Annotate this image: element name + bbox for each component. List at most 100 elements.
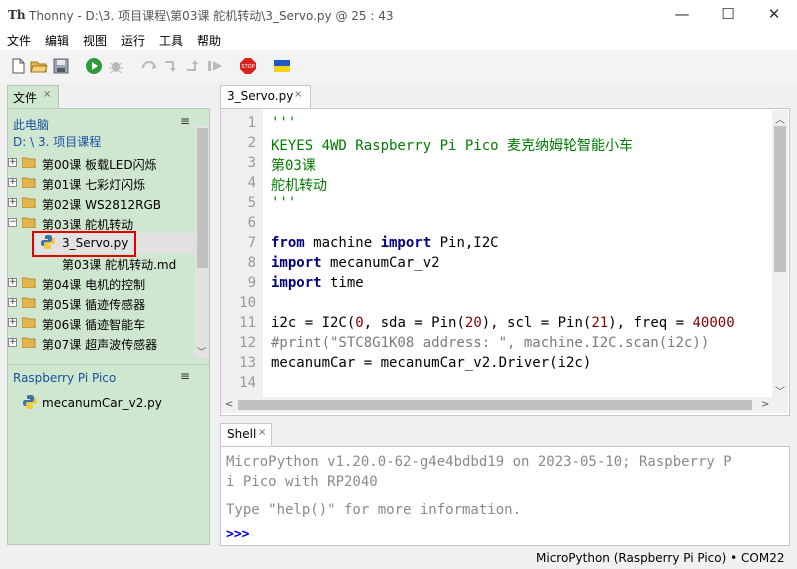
expand-icon[interactable]: + <box>8 298 17 307</box>
run-icon[interactable] <box>85 57 103 75</box>
location-computer-link[interactable]: 此电脑 <box>13 116 49 133</box>
files-tab-label: 文件 <box>13 91 38 105</box>
code-line-13: mecanumCar = mecanumCar_v2.Driver(i2c) <box>271 355 592 371</box>
tree-folder-lesson-02[interactable]: + 第02课 WS2812RGB <box>8 193 196 213</box>
number: 21 <box>591 315 609 331</box>
line-number: 8 <box>247 255 256 271</box>
number: 20 <box>464 315 482 331</box>
code-text: time <box>321 275 364 291</box>
number: 0 <box>355 315 364 331</box>
step-over-icon[interactable] <box>140 57 158 75</box>
tree-folder-lesson-07[interactable]: + 第07课 超声波传感器 <box>8 333 196 353</box>
menu-file[interactable]: 文件 <box>7 32 31 49</box>
code-line-3: 第03课 <box>271 158 316 174</box>
chevron-right-icon[interactable]: > <box>761 399 769 410</box>
editor-horizontal-scrollbar-thumb[interactable] <box>238 400 752 410</box>
python-file-icon <box>23 395 37 409</box>
files-scrollbar-thumb[interactable] <box>197 128 208 268</box>
code-line-8: import mecanumCar_v2 <box>271 255 440 271</box>
chevron-down-icon[interactable]: ﹀ <box>197 345 206 358</box>
code-line-4: 舵机转动 <box>271 178 327 194</box>
tree-item-label: 第04课 电机的控制 <box>42 278 146 292</box>
highlight-annotation-box <box>32 231 136 257</box>
expand-icon[interactable]: + <box>8 158 17 167</box>
keyword: import <box>271 275 322 291</box>
line-number: 4 <box>247 175 256 191</box>
folder-open-icon <box>22 217 36 228</box>
line-number: 6 <box>247 215 256 231</box>
collapse-icon[interactable]: − <box>8 218 17 227</box>
line-number: 2 <box>247 135 256 151</box>
shell-banner-line-2: i Pico with RP2040 <box>226 474 378 490</box>
new-file-icon[interactable] <box>9 57 27 75</box>
files-tab-close-icon[interactable]: × <box>43 89 51 100</box>
files-menu-icon[interactable]: ≡ <box>180 114 190 128</box>
editor-tab-label: 3_Servo.py <box>227 89 294 103</box>
menu-edit[interactable]: 编辑 <box>45 32 69 49</box>
step-into-icon[interactable] <box>162 57 180 75</box>
save-icon[interactable] <box>52 57 70 75</box>
code-line-12: #print("STC8G1K08 address: ", machine.I2… <box>271 335 710 351</box>
tree-folder-lesson-00[interactable]: + 第00课 板载LED闪烁 <box>8 153 196 173</box>
line-number: 3 <box>247 155 256 171</box>
tree-item-label: 第01课 七彩灯闪烁 <box>42 178 146 192</box>
resume-icon[interactable] <box>206 57 224 75</box>
tree-item-label: mecanumCar_v2.py <box>42 396 162 410</box>
tree-folder-lesson-06[interactable]: + 第06课 循迹智能车 <box>8 313 196 333</box>
folder-icon <box>22 197 36 208</box>
menu-view[interactable]: 视图 <box>83 32 107 49</box>
expand-icon[interactable]: + <box>8 338 17 347</box>
interpreter-status[interactable]: MicroPython (Raspberry Pi Pico) • COM22 <box>536 551 784 565</box>
editor-tab-close-icon[interactable]: × <box>294 89 302 100</box>
menu-run[interactable]: 运行 <box>121 32 145 49</box>
line-number: 9 <box>247 275 256 291</box>
tree-folder-lesson-03[interactable]: − 第03课 舵机转动 <box>8 213 196 233</box>
pico-device-header: Raspberry Pi Pico <box>13 371 117 385</box>
folder-icon <box>22 157 36 168</box>
code-text: ), scl = Pin( <box>481 315 592 331</box>
menu-bar <box>0 30 797 50</box>
ukraine-flag-icon[interactable] <box>273 57 291 75</box>
close-window-button[interactable]: ✕ <box>751 0 797 30</box>
keyword: from <box>271 235 305 251</box>
pico-file-mecanumcar[interactable]: mecanumCar_v2.py <box>8 393 196 413</box>
tree-folder-lesson-01[interactable]: + 第01课 七彩灯闪烁 <box>8 173 196 193</box>
shell-prompt[interactable]: >>> <box>226 527 249 542</box>
code-line-1: ''' <box>271 115 297 131</box>
folder-icon <box>22 277 36 288</box>
folder-icon <box>22 297 36 308</box>
shell-tab-close-icon[interactable]: × <box>258 427 266 438</box>
editor-vertical-scrollbar-thumb[interactable] <box>774 126 786 272</box>
code-line-9: import time <box>271 275 364 291</box>
keyword: import <box>271 255 322 271</box>
code-line-5: ''' <box>271 195 297 211</box>
menu-tools[interactable]: 工具 <box>159 32 183 49</box>
line-number: 13 <box>239 355 256 371</box>
menu-help[interactable]: 帮助 <box>197 32 221 49</box>
stop-icon[interactable]: STOP <box>239 57 257 75</box>
code-text: ), freq = <box>608 315 693 331</box>
expand-icon[interactable]: + <box>8 318 17 327</box>
tree-folder-lesson-04[interactable]: + 第04课 电机的控制 <box>8 273 196 293</box>
window-title: Thonny - D:\3. 项目课程\第03课 舵机转动\3_Servo.py… <box>29 9 394 23</box>
step-out-icon[interactable] <box>184 57 202 75</box>
chevron-left-icon[interactable]: < <box>225 399 233 410</box>
debug-icon[interactable] <box>107 57 125 75</box>
expand-icon[interactable]: + <box>8 278 17 287</box>
chevron-up-icon[interactable]: ︿ <box>775 111 785 126</box>
expand-icon[interactable]: + <box>8 178 17 187</box>
minimize-button[interactable]: — <box>659 0 705 30</box>
line-number: 10 <box>239 295 256 311</box>
line-number: 14 <box>239 375 256 391</box>
chevron-down-icon[interactable]: ﹀ <box>775 383 785 398</box>
pico-menu-icon[interactable]: ≡ <box>180 369 190 383</box>
expand-icon[interactable]: + <box>8 198 17 207</box>
open-folder-icon[interactable] <box>30 57 48 75</box>
code-line-2: KEYES 4WD Raspberry Pi Pico 麦克纳姆轮智能小车 <box>271 138 634 154</box>
tree-folder-lesson-05[interactable]: + 第05课 循迹传感器 <box>8 293 196 313</box>
maximize-button[interactable]: ☐ <box>705 0 751 30</box>
code-text: machine <box>304 235 381 251</box>
tree-item-label: 第03课 舵机转动.md <box>62 258 177 272</box>
tree-item-label: 第07课 超声波传感器 <box>42 338 158 352</box>
location-path-link[interactable]: D: \ 3. 项目课程 <box>13 133 101 150</box>
